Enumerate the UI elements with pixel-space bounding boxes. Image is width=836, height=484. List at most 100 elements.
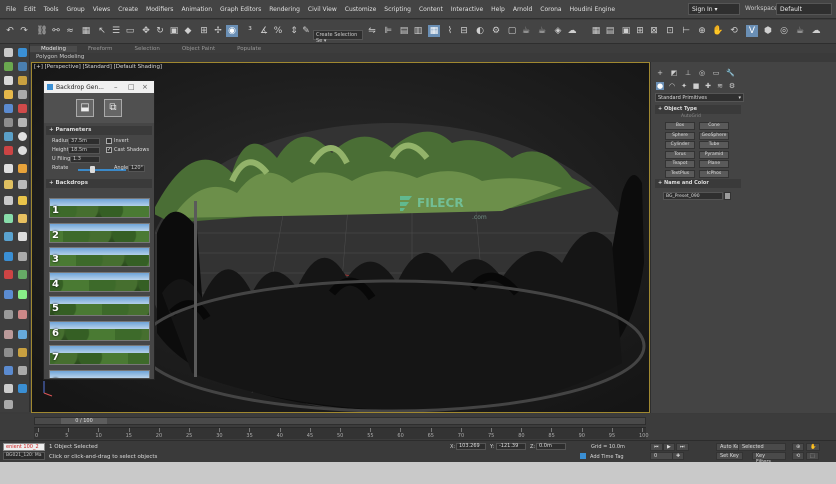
- motion-tab-icon[interactable]: ◎: [698, 69, 706, 77]
- object-type-tube[interactable]: Tube: [699, 141, 729, 149]
- menu-customize[interactable]: Customize: [341, 6, 381, 13]
- category-dropdown[interactable]: Standard Primitives ▾: [655, 93, 744, 102]
- backdrop-thumbnail[interactable]: 1: [49, 198, 150, 218]
- helpers-icon[interactable]: ✚: [704, 82, 712, 90]
- backdrop-thumbnail[interactable]: 5: [49, 296, 150, 316]
- play-icon[interactable]: ▶: [663, 443, 675, 451]
- named-selection-set[interactable]: Create Selection Se ▾: [313, 30, 363, 44]
- menu-views[interactable]: Views: [89, 6, 114, 13]
- windows-icon[interactable]: ▤: [604, 25, 616, 37]
- y-coord-field[interactable]: -121.39: [496, 443, 526, 450]
- teapot-icon[interactable]: ☕: [794, 25, 806, 37]
- camera-icon[interactable]: [18, 90, 27, 99]
- layer-explorer-icon[interactable]: ▥: [412, 25, 424, 37]
- menu-arnold[interactable]: Arnold: [509, 6, 536, 13]
- undo-icon[interactable]: ↶: [4, 25, 16, 37]
- orbit-icon[interactable]: ⟲: [728, 25, 740, 37]
- object-type-teapot[interactable]: Teapot: [665, 160, 695, 168]
- dialog-titlebar[interactable]: Backdrop Gen... – □ ×: [44, 81, 154, 93]
- tool-i-icon[interactable]: [4, 384, 13, 393]
- grid-icon[interactable]: ▦: [590, 25, 602, 37]
- sun-tool-icon[interactable]: [18, 196, 27, 205]
- move-icon[interactable]: ✥: [140, 25, 152, 37]
- backdrop-thumbnail[interactable]: 7: [49, 345, 150, 365]
- render-setup-icon[interactable]: ⚙: [490, 25, 502, 37]
- minimize-icon[interactable]: –: [114, 83, 118, 91]
- tree-icon[interactable]: [18, 180, 27, 189]
- menu-corona[interactable]: Corona: [536, 6, 565, 13]
- tool-c-icon[interactable]: [4, 330, 13, 339]
- cylinder-icon[interactable]: [18, 76, 27, 85]
- link-icon[interactable]: ⛓: [36, 25, 48, 37]
- lights-icon[interactable]: ✦: [680, 82, 688, 90]
- rotate-icon[interactable]: ↻: [154, 25, 166, 37]
- material-editor-icon[interactable]: ◐: [474, 25, 486, 37]
- hierarchy-tab-icon[interactable]: ⊥: [684, 69, 692, 77]
- backdrops-rollout[interactable]: + Backdrops: [46, 179, 152, 188]
- tool-h-icon[interactable]: [18, 366, 27, 375]
- cameras-icon[interactable]: ■: [692, 82, 700, 90]
- geometry-icon[interactable]: ●: [656, 82, 664, 90]
- tool-f-icon[interactable]: [18, 348, 27, 357]
- create-backdrop-icon[interactable]: ⬓: [76, 99, 94, 117]
- snap-toggle-icon[interactable]: ⊠: [648, 25, 660, 37]
- backdrop-list-scrollbar[interactable]: [194, 201, 197, 377]
- angle-field[interactable]: 120°: [128, 165, 145, 172]
- redo-icon[interactable]: ↷: [18, 25, 30, 37]
- rotate-slider-knob[interactable]: [90, 166, 95, 173]
- menu-tools[interactable]: Tools: [40, 6, 63, 13]
- grass-icon[interactable]: [18, 252, 27, 261]
- zoom-extents-icon[interactable]: ⊕: [792, 443, 805, 451]
- parameters-rollout[interactable]: + Parameters: [46, 126, 152, 135]
- backdrop-thumbnail[interactable]: 6: [49, 320, 150, 341]
- tool-b-icon[interactable]: [18, 310, 27, 319]
- viewport-layout-icon[interactable]: ▣: [620, 25, 632, 37]
- object-name-field[interactable]: BG_Preset_090: [663, 192, 723, 200]
- light-icon[interactable]: [4, 90, 13, 99]
- object-type-cone[interactable]: Cone: [699, 122, 729, 130]
- vray-icon[interactable]: V: [746, 25, 758, 37]
- spinner-snap-icon[interactable]: ⇕: [288, 25, 300, 37]
- selection-filter-icon[interactable]: ▦: [80, 25, 92, 37]
- ribbon-tab-populate[interactable]: Populate: [226, 46, 272, 52]
- select-icon[interactable]: [18, 48, 27, 57]
- sign-in-dropdown[interactable]: Sign In ▾: [688, 3, 740, 15]
- toggle-ribbon-icon[interactable]: ▦: [428, 25, 440, 37]
- render-iterative-icon[interactable]: ☕: [536, 25, 548, 37]
- box-icon[interactable]: [18, 62, 27, 71]
- menu-create[interactable]: Create: [114, 6, 142, 13]
- geosphere-icon[interactable]: [18, 146, 27, 155]
- key-mode-icon[interactable]: ✚: [672, 452, 685, 460]
- pivot-icon[interactable]: ✢: [212, 25, 224, 37]
- z-coord-field[interactable]: 0.0m: [536, 443, 566, 450]
- display-tab-icon[interactable]: ▭: [712, 69, 720, 77]
- proxy-icon[interactable]: [4, 270, 13, 279]
- cloud-tool-icon[interactable]: [4, 164, 13, 173]
- ribbon-tab-modeling[interactable]: Modeling: [30, 45, 78, 52]
- create-icon[interactable]: [4, 48, 13, 57]
- key-filters-button[interactable]: Key Filters...: [752, 452, 786, 465]
- menu-animation[interactable]: Animation: [177, 6, 216, 13]
- time-slider-knob[interactable]: 0 / 100: [61, 418, 107, 424]
- corona-icon[interactable]: ◎: [778, 25, 790, 37]
- duplicate-backdrop-icon[interactable]: ⧉: [104, 99, 122, 117]
- maximize-icon[interactable]: □: [128, 83, 135, 91]
- systems-icon[interactable]: ⚙: [728, 82, 736, 90]
- selected-dropdown[interactable]: Selected: [738, 443, 786, 451]
- menu-graph-editors[interactable]: Graph Editors: [216, 6, 265, 13]
- torus-icon[interactable]: [18, 132, 27, 141]
- time-slider[interactable]: 0 / 100: [34, 417, 646, 425]
- ufiling-field[interactable]: 1.3: [70, 156, 100, 163]
- go-to-end-icon[interactable]: ⏭: [676, 443, 689, 451]
- spacewarps-icon[interactable]: ≋: [716, 82, 724, 90]
- shapes-icon[interactable]: ◠: [668, 82, 676, 90]
- rect-selection-icon[interactable]: ▭: [124, 25, 136, 37]
- scene-explorer-icon[interactable]: ▤: [398, 25, 410, 37]
- render-activeshade-icon[interactable]: ◈: [552, 25, 564, 37]
- object-type-sphere[interactable]: Sphere: [665, 131, 695, 140]
- maxscript-listener[interactable]: enient 100_2: [3, 443, 45, 451]
- pan-view-icon[interactable]: ✋: [806, 443, 821, 451]
- schematic-view-icon[interactable]: ⊟: [458, 25, 470, 37]
- scatter-icon[interactable]: [4, 252, 13, 261]
- helper-icon[interactable]: [4, 104, 13, 113]
